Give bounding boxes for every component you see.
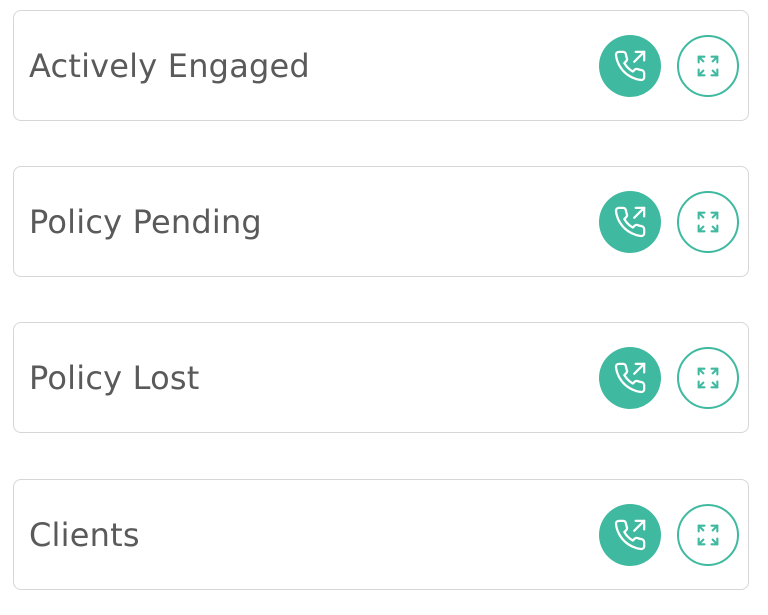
card-title: Policy Lost xyxy=(29,358,200,397)
expand-button[interactable] xyxy=(677,503,739,566)
expand-button[interactable] xyxy=(677,346,739,409)
expand-button[interactable] xyxy=(677,34,739,97)
expand-arrows-icon xyxy=(694,208,722,236)
expand-arrows-icon xyxy=(694,364,722,392)
expand-arrows-icon xyxy=(694,521,722,549)
phone-outgoing-icon xyxy=(613,205,647,239)
phone-outgoing-icon xyxy=(613,49,647,83)
stage-card-actively-engaged[interactable]: Actively Engaged xyxy=(13,10,749,121)
card-title: Policy Pending xyxy=(29,202,262,241)
call-button[interactable] xyxy=(599,346,661,409)
call-button[interactable] xyxy=(599,34,661,97)
stage-card-policy-lost[interactable]: Policy Lost xyxy=(13,322,749,433)
call-button[interactable] xyxy=(599,190,661,253)
stage-card-clients[interactable]: Clients xyxy=(13,479,749,590)
expand-button[interactable] xyxy=(677,190,739,253)
card-title: Clients xyxy=(29,515,140,554)
card-title: Actively Engaged xyxy=(29,46,310,85)
expand-arrows-icon xyxy=(694,52,722,80)
stage-card-policy-pending[interactable]: Policy Pending xyxy=(13,166,749,277)
phone-outgoing-icon xyxy=(613,361,647,395)
call-button[interactable] xyxy=(599,503,661,566)
phone-outgoing-icon xyxy=(613,518,647,552)
